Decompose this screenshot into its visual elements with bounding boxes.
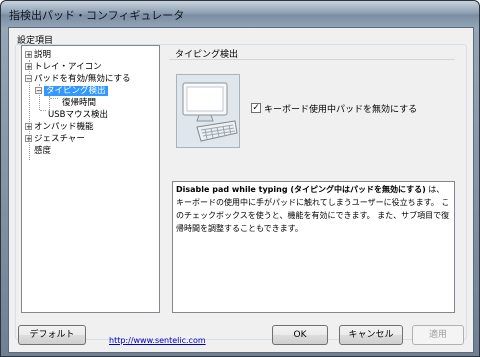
cancel-button[interactable]: キャンセル xyxy=(339,325,403,345)
app-window: 指検出パッド・コンフィギュレータ 設定項目 + 説明 + トレイ・アイコン − パッド… xyxy=(0,0,480,357)
collapse-icon[interactable]: − xyxy=(35,87,42,95)
tree-guide-line xyxy=(40,110,46,111)
tree-item-pad-enable[interactable]: − パッドを有効/無効にする xyxy=(25,73,130,85)
disable-pad-checkbox-label[interactable]: キーボード使用中パッドを無効にする xyxy=(264,102,417,115)
description-box: Disable pad while typing (タイピング中はパッドを無効に… xyxy=(172,181,455,313)
tree-item-usb-mouse[interactable]: USBマウス検出 xyxy=(48,109,108,121)
title-bar[interactable]: 指検出パッド・コンフィギュレータ xyxy=(1,1,479,27)
default-button[interactable]: デフォルト xyxy=(18,325,86,345)
tree-item-recovery-time[interactable]: 復帰時間 xyxy=(62,97,96,109)
settings-tree[interactable]: + 説明 + トレイ・アイコン − パッドを有効/無効にする − タイピング検出 復帰時… xyxy=(21,45,160,313)
window-title: 指検出パッド・コンフィギュレータ xyxy=(9,9,185,22)
expand-icon[interactable]: + xyxy=(25,51,32,59)
expand-icon[interactable]: + xyxy=(25,63,32,71)
sentelic-link[interactable]: http://www.sentelic.com xyxy=(109,336,206,345)
description-heading: Disable pad while typing (タイピング中はパッドを無効に… xyxy=(176,185,426,194)
tree-guide-line xyxy=(50,98,58,99)
tree-item-sensitivity[interactable]: 感度 xyxy=(34,145,51,157)
tree-item-description[interactable]: + 説明 xyxy=(25,49,51,61)
expand-icon[interactable]: + xyxy=(25,123,32,131)
tree-item-onpad[interactable]: + オンパッド機能 xyxy=(25,121,94,133)
ok-button[interactable]: OK xyxy=(272,325,328,345)
tree-item-tray-icon[interactable]: + トレイ・アイコン xyxy=(25,61,102,73)
tree-item-typing-detection[interactable]: − タイピング検出 xyxy=(35,85,108,97)
expand-icon[interactable]: + xyxy=(25,135,32,143)
apply-button[interactable]: 適用 xyxy=(412,325,464,345)
panel-divider xyxy=(169,59,455,60)
keyboard-illustration-icon xyxy=(176,74,240,148)
tree-item-gesture[interactable]: + ジェスチャー xyxy=(25,133,85,145)
collapse-icon[interactable]: − xyxy=(25,75,32,83)
disable-pad-checkbox[interactable]: ✓ xyxy=(251,103,261,113)
